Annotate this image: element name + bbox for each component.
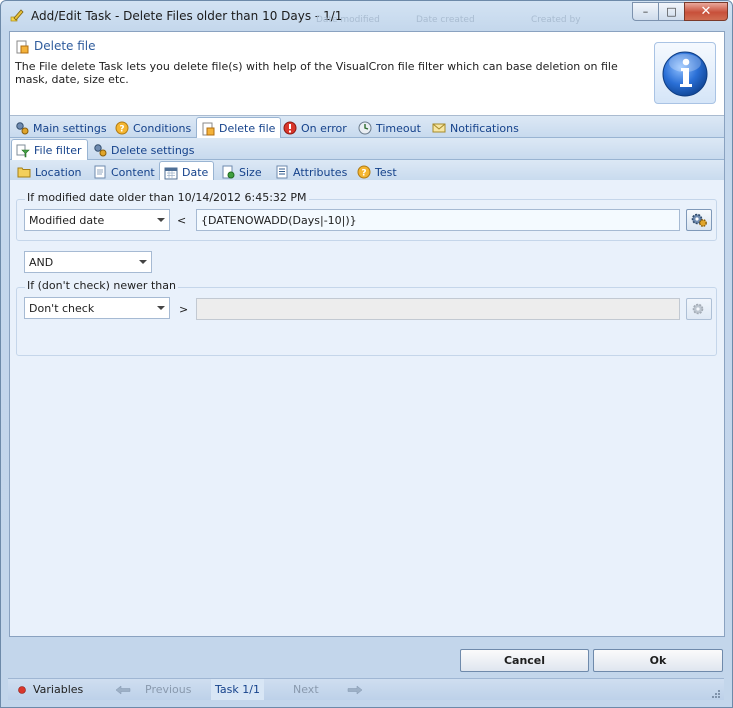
folder-icon [16, 164, 32, 180]
timeout-icon [357, 120, 373, 136]
envelope-icon [431, 120, 447, 136]
next-button[interactable]: Next [293, 679, 363, 700]
title-bar[interactable]: Add/Edit Task - Delete Files older than … [1, 1, 732, 31]
page-icon [92, 164, 108, 180]
delete-file-icon [200, 121, 216, 137]
chevron-down-icon [135, 252, 151, 272]
task-header: Delete file The File delete Task lets yo… [10, 32, 724, 116]
variables-button[interactable]: Variables [13, 679, 113, 700]
svg-text:?: ? [361, 169, 366, 179]
tab-on-error[interactable]: On error [279, 118, 352, 138]
arrow-right-icon [347, 684, 363, 695]
less-than-operator: < [177, 214, 187, 227]
tab-main-settings[interactable]: Main settings [11, 118, 112, 138]
gears-icon [14, 120, 30, 136]
variables-gear-button[interactable] [686, 209, 712, 231]
client-area: Delete file The File delete Task lets yo… [9, 31, 725, 637]
ghost-column-header: Date created [416, 15, 475, 25]
arrow-left-icon [115, 684, 131, 695]
minimize-button[interactable]: – [632, 2, 658, 21]
status-bar: Variables Previous Task 1/1 Next [8, 678, 724, 700]
tab-attributes[interactable]: Attributes [271, 162, 352, 182]
tab-size[interactable]: Size [217, 162, 267, 182]
record-dot-icon [18, 685, 26, 694]
size-icon [220, 164, 236, 180]
ghost-column-header: Created by [531, 15, 581, 25]
calendar-icon [163, 165, 179, 181]
ok-button[interactable]: Ok [593, 649, 723, 672]
attributes-icon [274, 164, 290, 180]
tab-notifications[interactable]: Notifications [428, 118, 524, 138]
chevron-down-icon [153, 210, 169, 230]
sub-tabs: File filter Delete settings [10, 138, 724, 161]
greater-than-operator: > [179, 303, 189, 316]
question-icon: ? [356, 164, 372, 180]
tab-content[interactable]: Content [89, 162, 160, 182]
date-filter-panel: If modified date older than 10/14/2012 6… [10, 180, 724, 636]
newer-than-label: If (don't check) newer than [25, 279, 178, 292]
tab-test[interactable]: ? Test [353, 162, 402, 182]
close-button[interactable]: ✕ [684, 2, 728, 21]
tab-file-filter[interactable]: File filter [11, 139, 88, 161]
question-icon: ? [114, 120, 130, 136]
resize-grip-icon[interactable] [710, 687, 720, 699]
gears-icon [691, 213, 707, 227]
filter-icon [15, 143, 31, 159]
older-date-expression-input[interactable]: {DATENOWADD(Days|-10|)} [196, 209, 680, 231]
newer-date-expression-input[interactable] [196, 298, 680, 320]
filter-tabs: Location Content Date Size Attributes ? … [10, 160, 724, 183]
task-description: The File delete Task lets you delete fil… [15, 60, 618, 86]
delete-file-icon [16, 40, 29, 54]
older-than-label: If modified date older than 10/14/2012 6… [25, 191, 309, 204]
error-icon [282, 120, 298, 136]
task-title: Delete file [34, 39, 96, 53]
svg-text:?: ? [119, 125, 124, 135]
tab-timeout[interactable]: Timeout [354, 118, 426, 138]
task-counter: Task 1/1 [211, 679, 264, 700]
cancel-button[interactable]: Cancel [460, 649, 589, 672]
variables-gear-button-disabled[interactable] [686, 298, 712, 320]
gears-icon [692, 303, 704, 315]
info-icon [654, 42, 716, 104]
tab-delete-settings[interactable]: Delete settings [89, 140, 200, 160]
pencil-icon [10, 9, 24, 22]
ghost-column-header: Date modified [316, 15, 380, 25]
tab-location[interactable]: Location [13, 162, 87, 182]
gears-icon [92, 142, 108, 158]
tab-conditions[interactable]: ? Conditions [111, 118, 196, 138]
newer-date-type-select[interactable]: Don't check [24, 297, 170, 319]
maximize-button[interactable]: □ [658, 2, 684, 21]
logic-operator-select[interactable]: AND [24, 251, 152, 273]
dialog-window: Add/Edit Task - Delete Files older than … [0, 0, 733, 708]
window-title: Add/Edit Task - Delete Files older than … [31, 9, 343, 23]
main-tabs: Main settings ? Conditions Delete file O… [10, 116, 724, 139]
previous-button[interactable]: Previous [113, 679, 192, 700]
older-date-type-select[interactable]: Modified date [24, 209, 170, 231]
tab-delete-file[interactable]: Delete file [196, 117, 282, 139]
chevron-down-icon [153, 298, 169, 318]
